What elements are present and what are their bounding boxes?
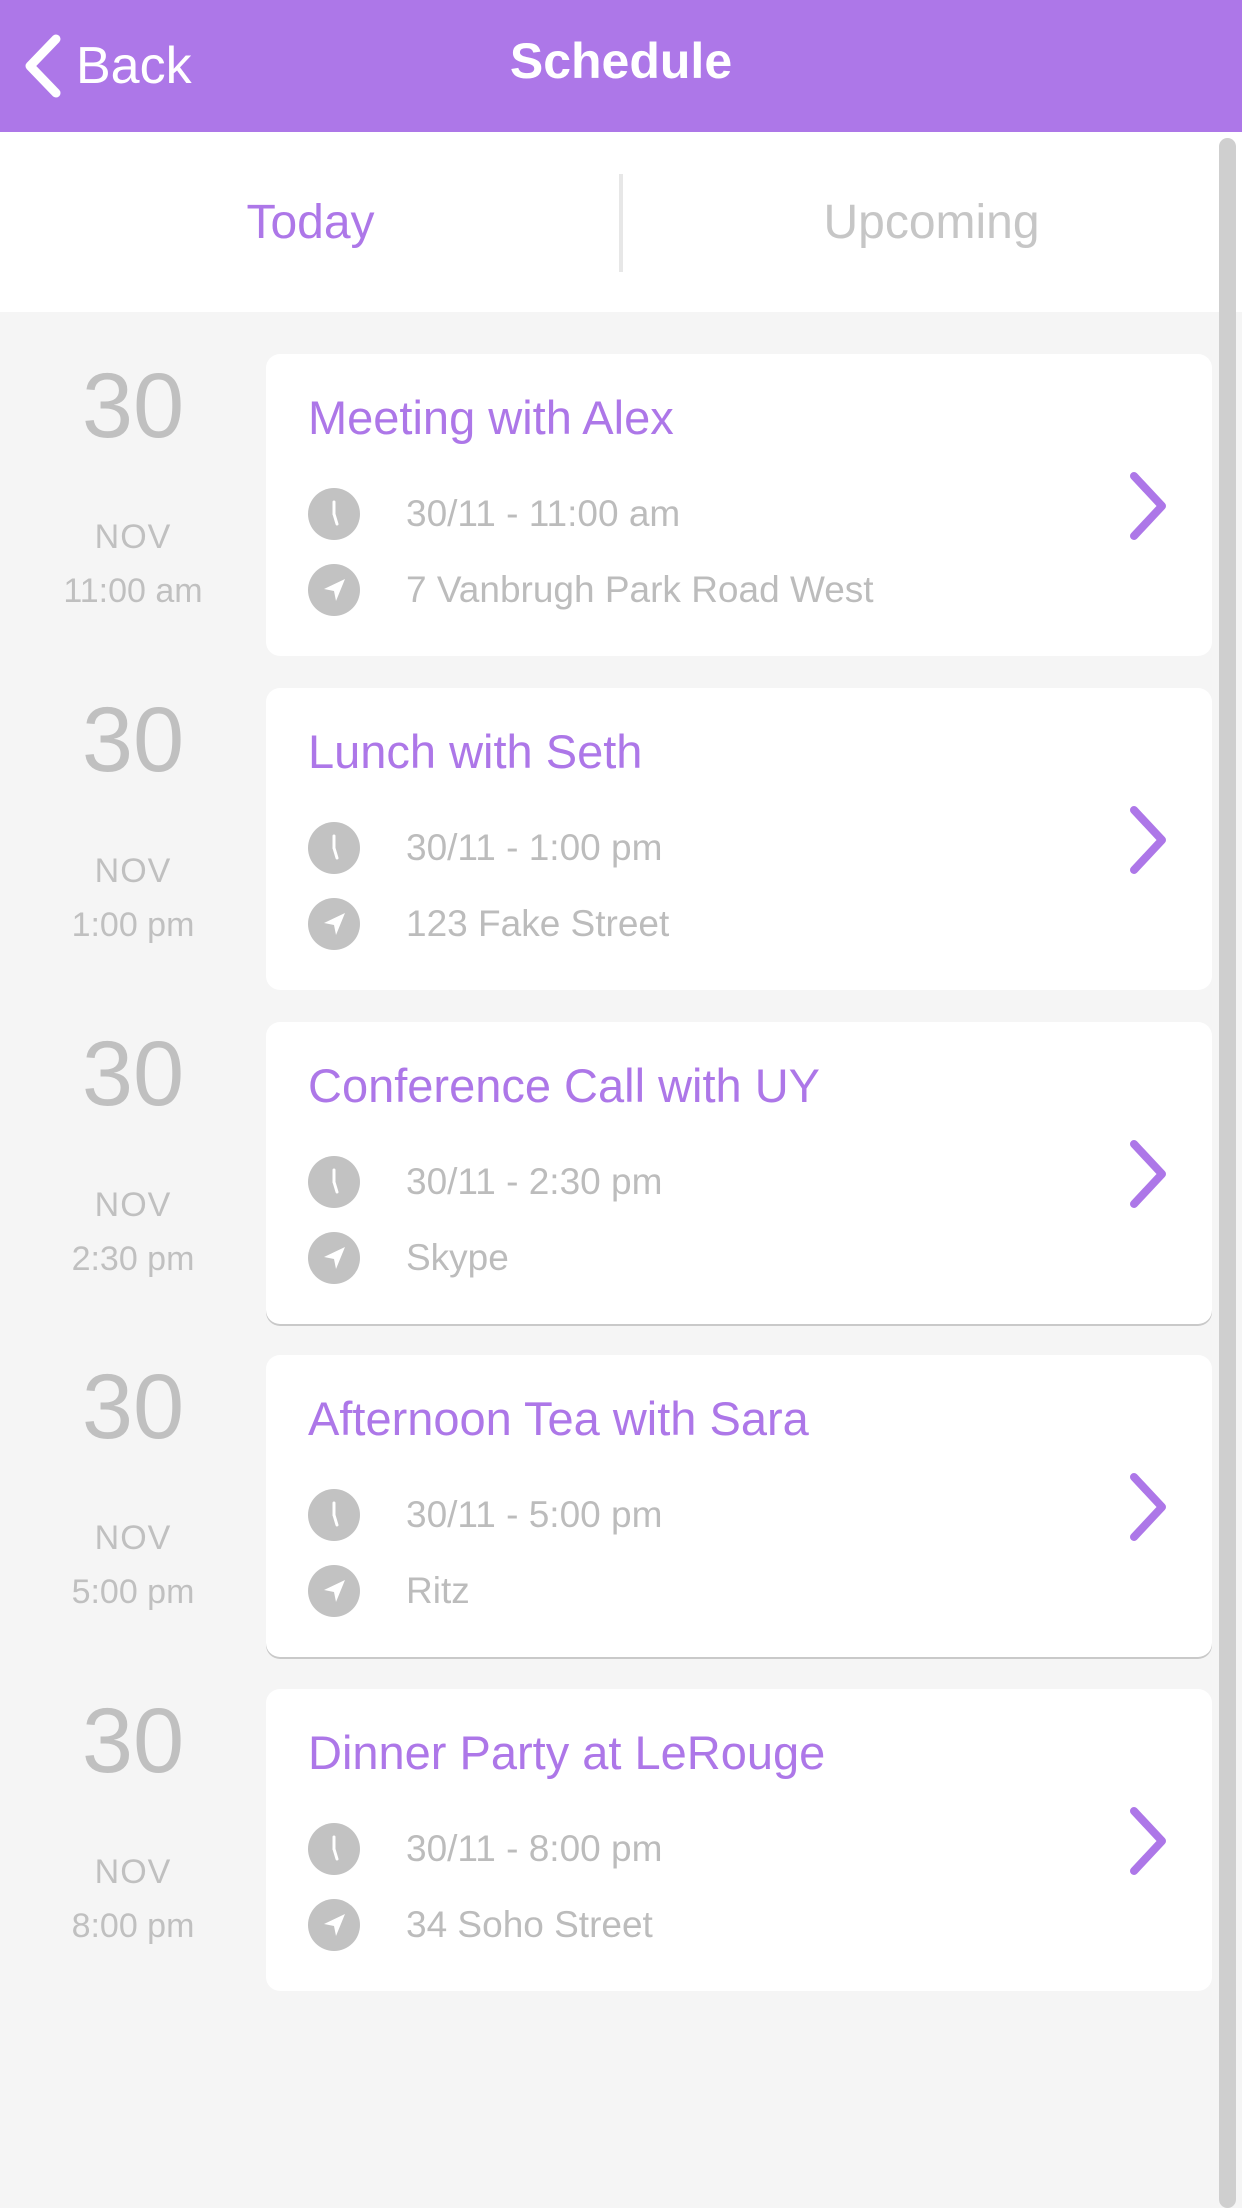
event-card[interactable]: Meeting with Alex 30/11 - 11:00 am 7 Van… (266, 354, 1212, 656)
event-title: Afternoon Tea with Sara (308, 1392, 809, 1445)
event-card[interactable]: Dinner Party at LeRouge 30/11 - 8:00 pm … (266, 1689, 1212, 1991)
event-card[interactable]: Afternoon Tea with Sara 30/11 - 5:00 pm … (266, 1355, 1212, 1657)
location-arrow-icon (308, 898, 360, 950)
chevron-right-icon (1130, 1473, 1166, 1541)
clock-icon (308, 1823, 360, 1875)
date-column: 30 NOV 8:00 pm (0, 1647, 266, 1949)
event-month: NOV (94, 852, 172, 890)
event-card[interactable]: Conference Call with UY 30/11 - 2:30 pm … (266, 1022, 1212, 1324)
event-location: 123 Fake Street (308, 898, 669, 950)
event-datetime-text: 30/11 - 1:00 pm (406, 827, 663, 868)
location-arrow-icon (308, 1899, 360, 1951)
event-datetime: 30/11 - 11:00 am (308, 488, 680, 540)
location-arrow-icon (308, 1232, 360, 1284)
event-location-text: Skype (406, 1237, 509, 1278)
clock-icon (308, 822, 360, 874)
event-row: 30 NOV 2:30 pm Conference Call with UY 3… (0, 980, 1242, 1324)
scrollbar[interactable] (1219, 138, 1236, 2208)
event-title: Dinner Party at LeRouge (308, 1726, 826, 1779)
location-arrow-icon (308, 1565, 360, 1617)
date-column: 30 NOV 5:00 pm (0, 1313, 266, 1615)
event-datetime-text: 30/11 - 5:00 pm (406, 1494, 663, 1535)
app-header: Back Schedule (0, 0, 1242, 132)
event-location: 34 Soho Street (308, 1899, 653, 1951)
clock-icon (308, 1156, 360, 1208)
event-title: Conference Call with UY (308, 1059, 820, 1112)
tab-upcoming[interactable]: Upcoming (621, 132, 1242, 312)
location-arrow-icon (308, 564, 360, 616)
event-month: NOV (94, 1853, 172, 1891)
event-day: 30 (81, 1690, 185, 1792)
event-location: Ritz (308, 1565, 470, 1617)
event-row: 30 NOV 5:00 pm Afternoon Tea with Sara 3… (0, 1313, 1242, 1657)
event-location-text: Ritz (406, 1570, 470, 1611)
chevron-right-icon (1130, 472, 1166, 540)
event-row: 30 NOV 8:00 pm Dinner Party at LeRouge 3… (0, 1647, 1242, 1991)
event-time-label: 5:00 pm (71, 1573, 195, 1611)
clock-icon (308, 488, 360, 540)
event-title: Meeting with Alex (308, 391, 674, 444)
event-month: NOV (94, 518, 172, 556)
event-day: 30 (81, 1356, 185, 1458)
tab-bar: Today Upcoming (0, 132, 1242, 312)
event-title: Lunch with Seth (308, 725, 643, 778)
event-time-label: 11:00 am (63, 572, 203, 610)
event-day: 30 (81, 689, 185, 791)
chevron-right-icon (1130, 1140, 1166, 1208)
event-row: 30 NOV 11:00 am Meeting with Alex 30/11 … (0, 312, 1242, 656)
event-time-label: 2:30 pm (71, 1240, 195, 1278)
event-datetime: 30/11 - 8:00 pm (308, 1823, 662, 1875)
event-location-text: 34 Soho Street (406, 1904, 653, 1945)
event-row: 30 NOV 1:00 pm Lunch with Seth 30/11 - 1… (0, 646, 1242, 990)
clock-icon (308, 1489, 360, 1541)
event-month: NOV (94, 1519, 172, 1557)
chevron-right-icon (1130, 806, 1166, 874)
date-column: 30 NOV 11:00 am (0, 312, 266, 614)
page-title: Schedule (509, 33, 733, 89)
event-location: 7 Vanbrugh Park Road West (308, 564, 874, 616)
date-column: 30 NOV 2:30 pm (0, 980, 266, 1282)
event-location-text: 7 Vanbrugh Park Road West (406, 569, 874, 610)
event-time-label: 8:00 pm (71, 1907, 195, 1945)
event-datetime-text: 30/11 - 11:00 am (406, 493, 681, 534)
event-location: Skype (308, 1232, 509, 1284)
event-day: 30 (81, 1023, 185, 1125)
tab-today[interactable]: Today (0, 132, 621, 312)
event-datetime-text: 30/11 - 8:00 pm (406, 1828, 663, 1869)
event-month: NOV (94, 1186, 172, 1224)
event-day: 30 (81, 355, 185, 457)
event-time-label: 1:00 pm (71, 906, 195, 944)
event-card[interactable]: Lunch with Seth 30/11 - 1:00 pm 123 Fake… (266, 688, 1212, 990)
event-datetime-text: 30/11 - 2:30 pm (406, 1161, 663, 1202)
event-datetime: 30/11 - 2:30 pm (308, 1156, 662, 1208)
tab-divider (619, 174, 623, 272)
event-location-text: 123 Fake Street (406, 903, 670, 944)
event-datetime: 30/11 - 1:00 pm (308, 822, 662, 874)
date-column: 30 NOV 1:00 pm (0, 646, 266, 948)
event-datetime: 30/11 - 5:00 pm (308, 1489, 662, 1541)
chevron-right-icon (1130, 1807, 1166, 1875)
